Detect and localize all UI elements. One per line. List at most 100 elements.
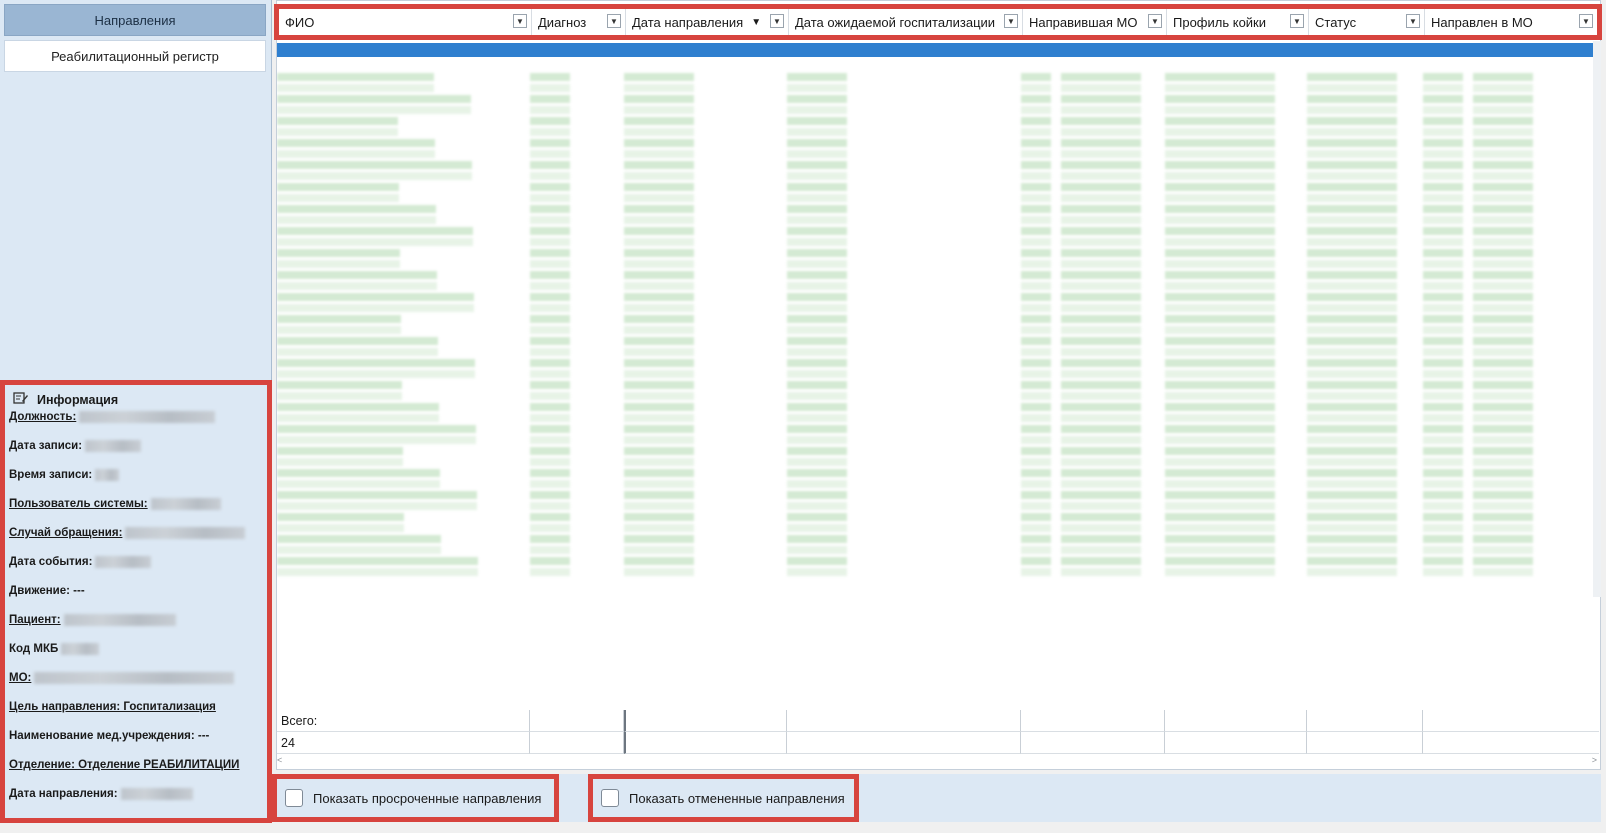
vertical-scrollbar[interactable] bbox=[1593, 41, 1601, 597]
column-filter-fio-icon[interactable]: ▼ bbox=[513, 14, 527, 28]
table-row[interactable] bbox=[277, 148, 1593, 159]
table-row-selected[interactable] bbox=[277, 43, 1593, 57]
checkbox-box[interactable] bbox=[601, 789, 619, 807]
table-cell bbox=[787, 150, 847, 158]
table-row[interactable] bbox=[277, 522, 1593, 533]
table-cell bbox=[787, 392, 847, 400]
table-cell bbox=[1307, 183, 1397, 191]
nav-tab-directions[interactable]: Направления bbox=[4, 4, 266, 36]
column-header-expected-hospitalization[interactable]: Дата ожидаемой госпитализации ▼ bbox=[789, 9, 1023, 35]
table-row[interactable] bbox=[277, 313, 1593, 324]
table-row[interactable] bbox=[277, 291, 1593, 302]
table-row[interactable] bbox=[277, 159, 1593, 170]
info-edit-icon bbox=[13, 391, 29, 408]
table-cell bbox=[1423, 568, 1463, 576]
table-row[interactable] bbox=[277, 489, 1593, 500]
table-row[interactable] bbox=[277, 379, 1593, 390]
table-row[interactable] bbox=[277, 412, 1593, 423]
table-cell bbox=[1061, 557, 1141, 565]
table-row[interactable] bbox=[277, 423, 1593, 434]
scroll-right-icon[interactable]: > bbox=[1592, 755, 1597, 765]
table-cell bbox=[530, 524, 570, 532]
table-row[interactable] bbox=[277, 181, 1593, 192]
table-row[interactable] bbox=[277, 258, 1593, 269]
table-cell bbox=[1307, 161, 1397, 169]
table-cell bbox=[1021, 392, 1051, 400]
table-row[interactable] bbox=[277, 346, 1593, 357]
show-overdue-checkbox[interactable]: Показать просроченные направления bbox=[272, 774, 559, 822]
column-header-bed-profile[interactable]: Профиль койки ▼ bbox=[1167, 9, 1309, 35]
table-row[interactable] bbox=[277, 280, 1593, 291]
table-row[interactable] bbox=[277, 335, 1593, 346]
column-filter-status-icon[interactable]: ▼ bbox=[1406, 14, 1420, 28]
table-row[interactable] bbox=[277, 357, 1593, 368]
table-cell bbox=[1165, 381, 1275, 389]
table-row[interactable] bbox=[277, 192, 1593, 203]
footer-cell bbox=[787, 710, 1021, 732]
table-cell bbox=[277, 491, 477, 499]
table-row[interactable] bbox=[277, 566, 1593, 577]
column-header-referring-mo[interactable]: Направившая МО ▼ bbox=[1023, 9, 1167, 35]
table-cell bbox=[1061, 392, 1141, 400]
column-header-fio[interactable]: ФИО ▼ bbox=[279, 9, 532, 35]
table-row[interactable] bbox=[277, 137, 1593, 148]
column-header-diagnosis[interactable]: Диагноз ▼ bbox=[532, 9, 626, 35]
show-cancelled-checkbox[interactable]: Показать отмененные направления bbox=[588, 774, 859, 822]
table-row[interactable] bbox=[277, 302, 1593, 313]
table-row[interactable] bbox=[277, 368, 1593, 379]
table-row[interactable] bbox=[277, 434, 1593, 445]
column-filter-bed-profile-icon[interactable]: ▼ bbox=[1290, 14, 1304, 28]
column-header-direction-date[interactable]: Дата направления ▼ ▼ bbox=[626, 9, 789, 35]
column-header-sent-to-mo[interactable]: Направлен в МО ▼ bbox=[1425, 9, 1597, 35]
table-cell bbox=[1165, 139, 1275, 147]
table-row[interactable] bbox=[277, 225, 1593, 236]
table-row[interactable] bbox=[277, 555, 1593, 566]
table-row[interactable] bbox=[277, 324, 1593, 335]
table-row[interactable] bbox=[277, 511, 1593, 522]
column-filter-sent-to-mo-icon[interactable]: ▼ bbox=[1579, 14, 1593, 28]
table-row[interactable] bbox=[277, 401, 1593, 412]
column-filter-referring-mo-icon[interactable]: ▼ bbox=[1148, 14, 1162, 28]
horizontal-scrollbar[interactable]: < > bbox=[277, 755, 1599, 767]
column-filter-expected-icon[interactable]: ▼ bbox=[1004, 14, 1018, 28]
table-row[interactable] bbox=[277, 214, 1593, 225]
table-cell bbox=[1021, 150, 1051, 158]
table-cell bbox=[1061, 205, 1141, 213]
column-filter-direction-date-icon[interactable]: ▼ bbox=[770, 14, 784, 28]
table-row[interactable] bbox=[277, 93, 1593, 104]
table-cell bbox=[1473, 95, 1533, 103]
table-cell bbox=[1423, 271, 1463, 279]
table-cell bbox=[1165, 425, 1275, 433]
table-row[interactable] bbox=[277, 203, 1593, 214]
table-row[interactable] bbox=[277, 126, 1593, 137]
scroll-left-icon[interactable]: < bbox=[277, 755, 282, 765]
table-row[interactable] bbox=[277, 82, 1593, 93]
table-row[interactable] bbox=[277, 467, 1593, 478]
table-row[interactable] bbox=[277, 456, 1593, 467]
table-cell bbox=[624, 315, 694, 323]
table-cell bbox=[624, 326, 694, 334]
table-cell bbox=[1307, 436, 1397, 444]
table-row[interactable] bbox=[277, 71, 1593, 82]
table-cell bbox=[277, 436, 476, 444]
table-row[interactable] bbox=[277, 236, 1593, 247]
table-row[interactable] bbox=[277, 533, 1593, 544]
table-row[interactable] bbox=[277, 247, 1593, 258]
table-row[interactable] bbox=[277, 478, 1593, 489]
table-row[interactable] bbox=[277, 269, 1593, 280]
table-row[interactable] bbox=[277, 445, 1593, 456]
column-header-status[interactable]: Статус ▼ bbox=[1309, 9, 1425, 35]
column-filter-diagnosis-icon[interactable]: ▼ bbox=[607, 14, 621, 28]
table-row[interactable] bbox=[277, 115, 1593, 126]
table-cell bbox=[1021, 469, 1051, 477]
table-cell bbox=[1165, 293, 1275, 301]
table-cell bbox=[1423, 447, 1463, 455]
table-row[interactable] bbox=[277, 104, 1593, 115]
nav-tab-rehab-register[interactable]: Реабилитационный регистр bbox=[4, 40, 266, 72]
table-row[interactable] bbox=[277, 544, 1593, 555]
table-cell bbox=[787, 458, 847, 466]
table-row[interactable] bbox=[277, 170, 1593, 181]
table-row[interactable] bbox=[277, 500, 1593, 511]
table-row[interactable] bbox=[277, 390, 1593, 401]
checkbox-box[interactable] bbox=[285, 789, 303, 807]
